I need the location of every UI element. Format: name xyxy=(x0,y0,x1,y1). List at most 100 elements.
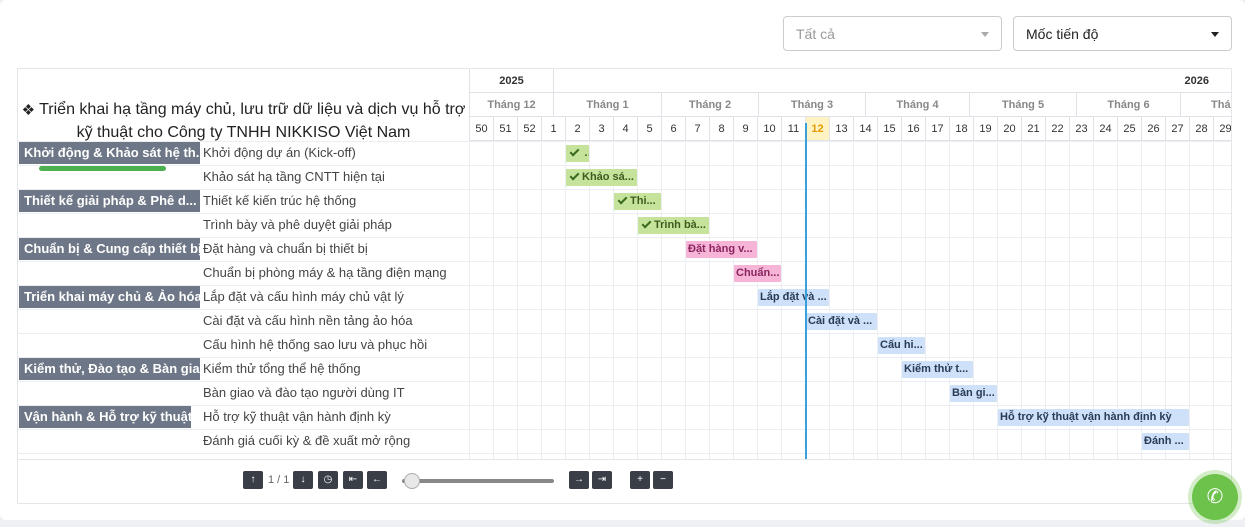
group-label[interactable]: Vận hành & Hỗ trợ kỹ thuật xyxy=(19,406,191,428)
arrow-left-icon[interactable]: ← xyxy=(367,471,387,489)
task-bar-label: Cấu hi... xyxy=(880,339,923,351)
zoom-in-icon[interactable]: + xyxy=(630,471,650,489)
timeline-week: 14 xyxy=(853,117,877,141)
filter-all-select[interactable]: Tất cả xyxy=(783,16,1002,51)
timeline-week: 16 xyxy=(901,117,925,141)
task-bar[interactable]: Cài đặt và ... xyxy=(806,313,877,330)
milestone-select[interactable]: Mốc tiến độ xyxy=(1013,16,1232,51)
skip-back-icon[interactable]: ⇤ xyxy=(343,471,363,489)
clock-icon[interactable]: ◷ xyxy=(318,471,338,489)
task-bar[interactable]: Đặt hàng v... xyxy=(686,241,757,258)
timeline-week: 5 xyxy=(637,117,661,141)
zoom-slider-handle[interactable] xyxy=(404,473,420,489)
timeline-month: Tháng 1 xyxy=(553,93,661,117)
timeline-week: 22 xyxy=(1045,117,1069,141)
timeline-week: 21 xyxy=(1021,117,1045,141)
task-name[interactable]: Khởi động dự án (Kick-off) xyxy=(203,141,356,165)
timeline-week: 27 xyxy=(1165,117,1189,141)
group-label[interactable]: Khởi động & Khảo sát hệ th... xyxy=(19,142,200,164)
arrow-down-icon[interactable]: ↓ xyxy=(293,471,313,489)
grid-row-line xyxy=(18,261,1231,262)
chevron-down-icon xyxy=(1211,32,1219,37)
task-bar[interactable]: ... xyxy=(566,145,589,162)
grid-row-line xyxy=(18,333,1231,334)
timeline-week: 3 xyxy=(589,117,613,141)
grid-row-line xyxy=(18,357,1231,358)
skip-forward-icon[interactable]: ⇥ xyxy=(592,471,612,489)
group-label[interactable]: Thiết kế giải pháp & Phê d... xyxy=(19,190,200,212)
timeline-week: 2 xyxy=(565,117,589,141)
task-name[interactable]: Chuẩn bị phòng máy & hạ tầng điện mạng xyxy=(203,261,447,285)
timeline-week: 52 xyxy=(517,117,541,141)
group-label[interactable]: Triển khai máy chủ & Ảo hóa xyxy=(19,286,200,308)
timeline-week: 11 xyxy=(781,117,805,141)
task-bar-label: Thi... xyxy=(630,195,656,207)
task-name[interactable]: Cài đặt và cấu hình nền tảng ảo hóa xyxy=(203,309,413,333)
task-name[interactable]: Đặt hàng và chuẩn bị thiết bị xyxy=(203,237,368,261)
task-bar[interactable]: Hỗ trợ kỹ thuật vận hành định kỳ xyxy=(998,409,1189,426)
task-bar[interactable]: Bàn gi... xyxy=(950,385,997,402)
zoom-out-icon[interactable]: − xyxy=(653,471,673,489)
timeline-month: Thá xyxy=(1180,93,1231,117)
task-bar-label: Trình bà... xyxy=(654,219,706,231)
timeline-week: 13 xyxy=(829,117,853,141)
task-bar-label: Lắp đặt và ... xyxy=(760,291,827,303)
group-label[interactable]: Chuẩn bị & Cung cấp thiết bị xyxy=(19,238,200,260)
arrow-right-icon[interactable]: → xyxy=(569,471,589,489)
task-bar[interactable]: Đánh ... xyxy=(1142,433,1189,450)
check-icon xyxy=(569,146,580,157)
task-name[interactable]: Kiểm thử tổng thể hệ thống xyxy=(203,357,361,381)
timeline-week: 18 xyxy=(949,117,973,141)
phone-icon[interactable]: ✆ xyxy=(1192,474,1238,520)
grid-row-line xyxy=(18,141,1231,142)
task-name[interactable]: Hỗ trợ kỹ thuật vận hành định kỳ xyxy=(203,405,391,429)
grid-row-line xyxy=(18,429,1231,430)
timeline-week: 12 xyxy=(805,117,829,141)
grid-row-line xyxy=(18,237,1231,238)
task-name[interactable]: Thiết kế kiến trúc hệ thống xyxy=(203,189,356,213)
task-bar[interactable]: Cấu hi... xyxy=(878,337,925,354)
timeline-week: 20 xyxy=(997,117,1021,141)
timeline-week: 26 xyxy=(1141,117,1165,141)
milestone-value: Mốc tiến độ xyxy=(1026,25,1099,42)
timeline-week: 29 xyxy=(1213,117,1231,141)
task-name[interactable]: Trình bày và phê duyệt giải pháp xyxy=(203,213,392,237)
timeline-week: 1 xyxy=(541,117,565,141)
today-marker xyxy=(805,123,807,459)
grid-row-line xyxy=(18,165,1231,166)
task-name[interactable]: Cấu hình hệ thống sao lưu và phục hồi xyxy=(203,333,427,357)
timeline-week: 7 xyxy=(685,117,709,141)
task-bar[interactable]: Thi... xyxy=(614,193,661,210)
task-name[interactable]: Bàn giao và đào tạo người dùng IT xyxy=(203,381,405,405)
task-bar[interactable]: Khảo sá... xyxy=(566,169,637,186)
task-bar[interactable]: Chuẩn... xyxy=(734,265,781,282)
arrow-up-icon[interactable]: ↑ xyxy=(243,471,263,489)
timeline-month: Tháng 12 xyxy=(469,93,553,117)
timeline-week: 23 xyxy=(1069,117,1093,141)
filter-all-value: Tất cả xyxy=(796,25,835,42)
grid-row-line xyxy=(18,309,1231,310)
grid-row-line xyxy=(18,453,1231,454)
grid-row-line xyxy=(18,405,1231,406)
timeline-week: 6 xyxy=(661,117,685,141)
task-bar-label: Khảo sá... xyxy=(582,171,634,183)
task-bar-label: Đánh ... xyxy=(1144,435,1184,447)
task-bar[interactable]: Trình bà... xyxy=(638,217,709,234)
task-name[interactable]: Lắp đặt và cấu hình máy chủ vật lý xyxy=(203,285,404,309)
task-bar[interactable]: Lắp đặt và ... xyxy=(758,289,829,306)
project-title-text: Triển khai hạ tầng máy chủ, lưu trữ dữ l… xyxy=(39,101,466,141)
check-icon xyxy=(641,218,652,229)
task-bar[interactable]: Kiểm thử t... xyxy=(902,361,973,378)
timeline-week: 19 xyxy=(973,117,997,141)
timeline-week: 17 xyxy=(925,117,949,141)
task-name[interactable]: Khảo sát hạ tầng CNTT hiện tại xyxy=(203,165,385,189)
timeline-year: 2026 xyxy=(553,69,1231,93)
group-label[interactable]: Kiểm thử, Đào tạo & Bàn giao xyxy=(19,358,200,380)
timeline-week: 8 xyxy=(709,117,733,141)
check-icon xyxy=(569,170,580,181)
timeline-month: Tháng 4 xyxy=(865,93,969,117)
grid-row-line xyxy=(18,213,1231,214)
zoom-slider-track[interactable] xyxy=(402,479,554,483)
task-bar-label: Hỗ trợ kỹ thuật vận hành định kỳ xyxy=(1000,411,1172,423)
task-name[interactable]: Đánh giá cuối kỳ & đề xuất mở rộng xyxy=(203,429,410,453)
